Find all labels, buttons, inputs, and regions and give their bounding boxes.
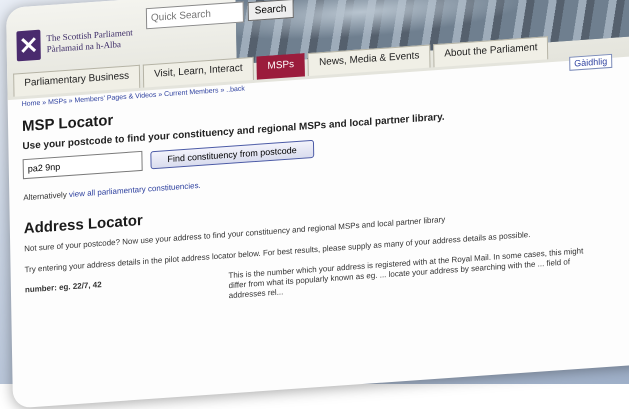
gaelic-language-link[interactable]: Gàidhlig bbox=[569, 53, 613, 71]
alternatively-text: Alternatively bbox=[23, 190, 67, 203]
search-button[interactable]: Search bbox=[247, 0, 294, 22]
postcode-input[interactable] bbox=[22, 150, 143, 180]
number-field-label: number: eg. 22/7, 42 bbox=[25, 274, 185, 315]
quick-search-input[interactable] bbox=[145, 1, 244, 30]
number-label-text: number: eg. 22/7, 42 bbox=[24, 279, 102, 295]
tab-msps[interactable]: MSPs bbox=[256, 53, 306, 80]
find-constituency-button[interactable]: Find constituency from postcode bbox=[150, 139, 314, 170]
browser-screenshot: The Scottish Parliament Pàrlamaid na h-A… bbox=[6, 0, 629, 409]
tab-visit-learn-interact[interactable]: Visit, Learn, Interact bbox=[142, 56, 254, 88]
view-all-constituencies-link[interactable]: view all parliamentary constituencies. bbox=[69, 181, 201, 199]
main-content: Home » MSPs » Members' Pages & Videos » … bbox=[22, 53, 626, 401]
parliament-logo[interactable]: The Scottish Parliament Pàrlamaid na h-A… bbox=[16, 23, 133, 62]
logo-text: The Scottish Parliament Pàrlamaid na h-A… bbox=[46, 27, 133, 55]
tab-parliamentary-business[interactable]: Parliamentary Business bbox=[13, 64, 141, 97]
crest-icon bbox=[16, 29, 41, 62]
